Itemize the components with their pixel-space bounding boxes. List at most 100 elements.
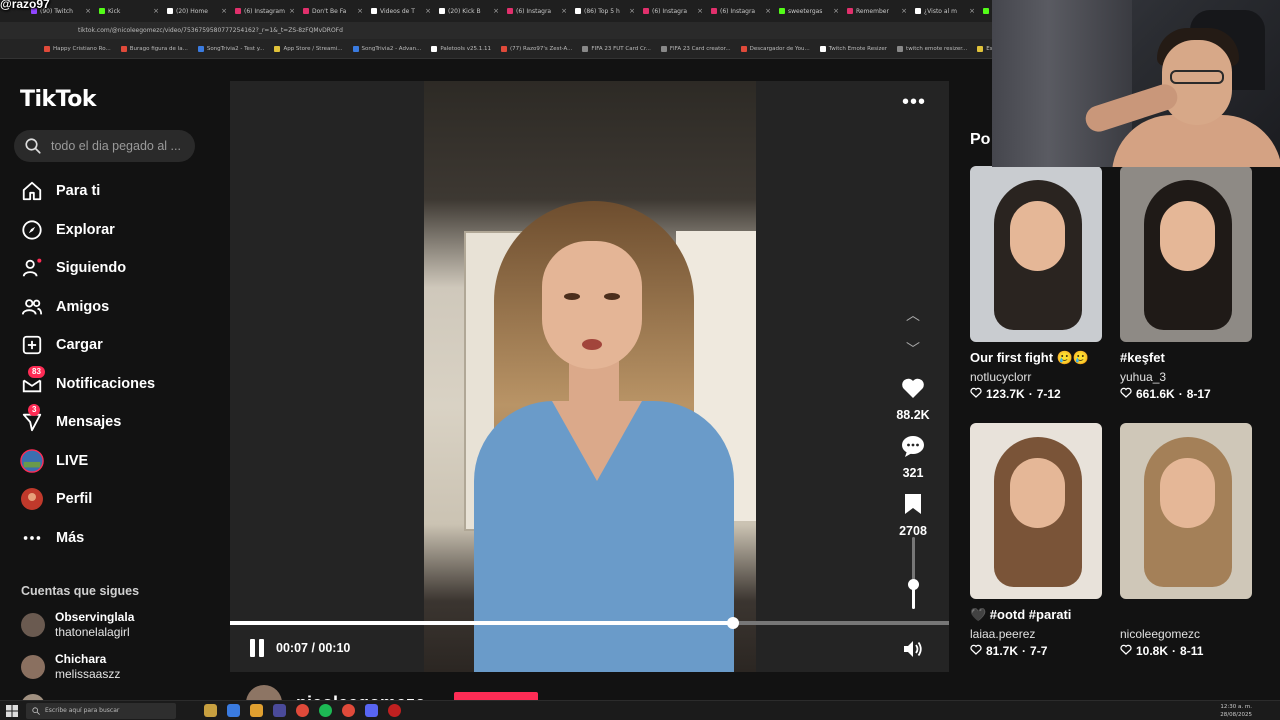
recommended-video-card[interactable]: 🖤 #ootd #parati laiaa.peerez 81.7K · 7-7 xyxy=(970,423,1102,658)
browser-tab[interactable]: Kick × xyxy=(96,2,162,20)
more-options-icon[interactable]: ••• xyxy=(902,91,926,114)
bookmark-item[interactable]: SongTrivia2 - Test y... xyxy=(197,45,264,52)
card-username[interactable]: nicoleegomezc xyxy=(1120,627,1252,641)
browser-tab[interactable]: (6) Instagra × xyxy=(708,2,774,20)
windows-start-icon[interactable] xyxy=(6,705,18,717)
author-avatar[interactable] xyxy=(246,685,282,700)
close-tab-icon[interactable]: × xyxy=(289,7,295,15)
bookmark-item[interactable]: App Store / Streami... xyxy=(274,45,343,52)
comment-action[interactable]: 321 xyxy=(885,435,941,480)
bookmark-item[interactable]: FIFA 23 Card creator... xyxy=(660,45,731,52)
tiktok-logo[interactable]: TikTok xyxy=(20,87,97,112)
close-tab-icon[interactable]: × xyxy=(561,7,567,15)
volume-knob[interactable] xyxy=(908,578,919,590)
browser-tab[interactable]: Videos de T × xyxy=(368,2,434,20)
browser-tab[interactable]: sweetergas × xyxy=(776,2,842,20)
video-thumbnail[interactable] xyxy=(970,423,1102,599)
sidebar-item-mensajes[interactable]: 3 Mensajes xyxy=(20,404,121,436)
video-thumbnail[interactable] xyxy=(1120,166,1252,342)
bookmark-item[interactable]: Burago figura de la... xyxy=(120,45,188,52)
close-tab-icon[interactable]: × xyxy=(901,7,907,15)
close-tab-icon[interactable]: × xyxy=(833,7,839,15)
sidebar-item-cargar[interactable]: Cargar xyxy=(20,331,103,359)
spotify-icon[interactable] xyxy=(319,704,332,717)
close-tab-icon[interactable]: × xyxy=(765,7,771,15)
sidebar-item-live[interactable]: LIVE xyxy=(20,447,88,475)
chrome-profile-icon[interactable] xyxy=(342,704,355,717)
sidebar-item-m-s[interactable]: Más xyxy=(20,524,84,552)
save-action[interactable]: 2708 xyxy=(885,493,941,538)
bookmark-item[interactable]: Paletools v25.1.11 xyxy=(431,45,491,52)
search-input[interactable]: todo el dia pegado al ... xyxy=(14,130,195,162)
browser-tab[interactable]: (6) Instagra × xyxy=(504,2,570,20)
video-thumbnail[interactable] xyxy=(1120,423,1252,599)
close-tab-icon[interactable]: × xyxy=(697,7,703,15)
bookmark-item[interactable]: Happy Cristiano Ro... xyxy=(44,45,111,52)
close-tab-icon[interactable]: × xyxy=(425,7,431,15)
file-explorer-icon[interactable] xyxy=(204,704,217,717)
folder-icon[interactable] xyxy=(250,704,263,717)
browser-tab[interactable]: Don't Be Fa × xyxy=(300,2,366,20)
card-username[interactable]: notlucyclorr xyxy=(970,370,1102,384)
recommended-video-card[interactable]: #keşfet yuhua_3 661.6K · 8-17 xyxy=(1120,166,1252,401)
bookmark-item[interactable]: SongTrivia2 - Advan... xyxy=(352,45,421,52)
bookmark-item[interactable]: FIFA 23 FUT Card Cr... xyxy=(582,45,651,52)
sidebar-item-siguiendo[interactable]: Siguiendo xyxy=(20,254,126,282)
browser-tab[interactable]: (20) Kick B × xyxy=(436,2,502,20)
bookmark-item[interactable]: Twitch Emote Resizer xyxy=(819,45,887,52)
following-account[interactable]: Chichara melissaaszz xyxy=(21,652,120,682)
bookmark-favicon-icon xyxy=(352,45,359,52)
follow-button[interactable] xyxy=(454,692,538,700)
author-name[interactable]: nicoleegomezc xyxy=(296,693,425,701)
taskbar-search[interactable]: Escribe aquí para buscar xyxy=(26,702,176,719)
sidebar-item-perfil[interactable]: Perfil xyxy=(20,485,92,513)
video-frame[interactable] xyxy=(424,81,756,672)
close-tab-icon[interactable]: × xyxy=(629,7,635,15)
chrome-icon[interactable] xyxy=(296,704,309,717)
recommended-video-card[interactable]: nicoleegomezc 10.8K · 8-11 xyxy=(1120,423,1252,658)
tab-favicon-icon xyxy=(575,8,581,14)
close-tab-icon[interactable]: × xyxy=(357,7,363,15)
pause-button[interactable] xyxy=(250,639,266,657)
browser-tab[interactable]: (86) Top 5 h × xyxy=(572,2,638,20)
sidebar-item-label: Amigos xyxy=(56,298,110,315)
browser-tab[interactable]: (20) Home × xyxy=(164,2,230,20)
card-username[interactable]: yuhua_3 xyxy=(1120,370,1252,384)
sidebar-item-para-ti[interactable]: Para ti xyxy=(20,177,100,205)
close-tab-icon[interactable]: × xyxy=(153,7,159,15)
store-icon[interactable] xyxy=(273,704,286,717)
bookmark-item[interactable]: Descargador de You... xyxy=(740,45,810,52)
volume-slider[interactable] xyxy=(908,537,919,609)
sidebar-item-amigos[interactable]: Amigos xyxy=(20,293,109,321)
browser-tab[interactable]: Remember × xyxy=(844,2,910,20)
browser-tab[interactable]: (6) Instagram × xyxy=(232,2,298,20)
video-thumbnail[interactable] xyxy=(970,166,1102,342)
bookmark-item[interactable]: (77) Razo97's Zest-A... xyxy=(500,45,572,52)
video-player[interactable]: ••• ︿ ﹀ 88.2K 321 2708 00:07 / 00:10 xyxy=(230,81,949,672)
chevron-down-icon[interactable]: ﹀ xyxy=(906,339,920,359)
close-tab-icon[interactable]: × xyxy=(85,7,91,15)
obs-icon[interactable] xyxy=(388,704,401,717)
close-tab-icon[interactable]: × xyxy=(969,7,975,15)
browser-tab[interactable]: (90) Twitch × xyxy=(28,2,94,20)
sidebar-item-explorar[interactable]: Explorar xyxy=(20,216,115,244)
chevron-up-icon[interactable]: ︿ xyxy=(906,305,920,325)
recommended-video-card[interactable]: Our first fight 🥲🥲 notlucyclorr 123.7K · 7-1… xyxy=(970,166,1102,401)
bookmark-item[interactable]: twitch emote resizer... xyxy=(897,45,967,52)
card-username[interactable]: laiaa.peerez xyxy=(970,627,1102,641)
browser-tab[interactable]: ¿Visto al m × xyxy=(912,2,978,20)
progress-bar[interactable] xyxy=(230,617,949,629)
tab-favicon-icon xyxy=(983,8,989,14)
system-clock[interactable]: 12:30 a. m. 28/08/2025 xyxy=(1220,703,1252,719)
like-action[interactable]: 88.2K xyxy=(885,377,941,422)
tab-label: Don't Be Fa xyxy=(312,7,347,15)
video-author[interactable]: nicoleegomezc xyxy=(246,685,425,700)
discord-icon[interactable] xyxy=(365,704,378,717)
close-tab-icon[interactable]: × xyxy=(493,7,499,15)
volume-icon[interactable] xyxy=(902,639,924,664)
sidebar-item-notificaciones[interactable]: 83 Notificaciones xyxy=(20,365,155,398)
edge-icon[interactable] xyxy=(227,704,240,717)
following-account[interactable]: Observinglala thatonelalagirl xyxy=(21,610,134,640)
browser-tab[interactable]: (6) Instagra × xyxy=(640,2,706,20)
close-tab-icon[interactable]: × xyxy=(221,7,227,15)
